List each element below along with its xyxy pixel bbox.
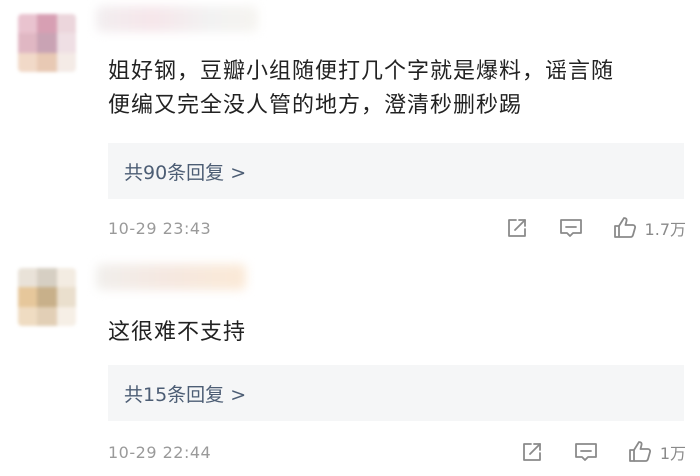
comment-text-line: 这很难不支持 — [108, 320, 247, 345]
comment-meta: 10-29 23:43 1.7万 — [108, 213, 686, 243]
like-count: 1.7万 — [644, 220, 686, 239]
share-icon — [507, 219, 526, 237]
comment-item: 姐好钢，豆瓣小组随便打几个字就是爆料，谣言随 便编又完全没人管的地方，澄清秒删秒… — [0, 0, 700, 250]
comment-text: 这很难不支持 — [108, 316, 680, 350]
comment-text-line: 姐好钢，豆瓣小组随便打几个字就是爆料，谣言随 — [108, 59, 615, 84]
comment-text-line: 便编又完全没人管的地方，澄清秒删秒踢 — [108, 93, 523, 118]
like-button[interactable]: 1.7万 — [611, 214, 686, 242]
username-blurred[interactable] — [96, 6, 258, 32]
comment-icon — [559, 219, 582, 237]
replies-label: 共15条回复 > — [124, 383, 247, 406]
timestamp: 10-29 23:43 — [108, 218, 212, 238]
comment-text: 姐好钢，豆瓣小组随便打几个字就是爆料，谣言随 便编又完全没人管的地方，澄清秒删秒… — [108, 55, 680, 123]
like-count: 1万 — [659, 444, 686, 463]
like-button[interactable]: 1万 — [626, 438, 686, 466]
comment-actions: 1万 — [492, 438, 686, 466]
comment-icon — [574, 443, 597, 461]
timestamp: 10-29 22:44 — [108, 442, 212, 462]
share-button[interactable] — [503, 214, 531, 242]
view-replies-button[interactable]: 共15条回复 > — [108, 365, 684, 421]
comment-actions: 1.7万 — [477, 214, 686, 242]
avatar[interactable] — [18, 14, 76, 72]
share-button[interactable] — [518, 438, 546, 466]
comment-item: 这很难不支持 共15条回复 > 10-29 22:44 1万 — [0, 258, 700, 476]
comment-feed: 姐好钢，豆瓣小组随便打几个字就是爆料，谣言随 便编又完全没人管的地方，澄清秒删秒… — [0, 0, 700, 476]
comment-button[interactable] — [572, 438, 600, 466]
comment-button[interactable] — [557, 214, 585, 242]
replies-label: 共90条回复 > — [124, 161, 247, 184]
share-icon — [522, 443, 541, 461]
like-icon — [628, 441, 651, 462]
avatar[interactable] — [18, 268, 76, 326]
like-icon — [613, 217, 636, 238]
comment-meta: 10-29 22:44 1万 — [108, 437, 686, 467]
view-replies-button[interactable]: 共90条回复 > — [108, 143, 684, 199]
username-blurred[interactable] — [96, 264, 246, 290]
